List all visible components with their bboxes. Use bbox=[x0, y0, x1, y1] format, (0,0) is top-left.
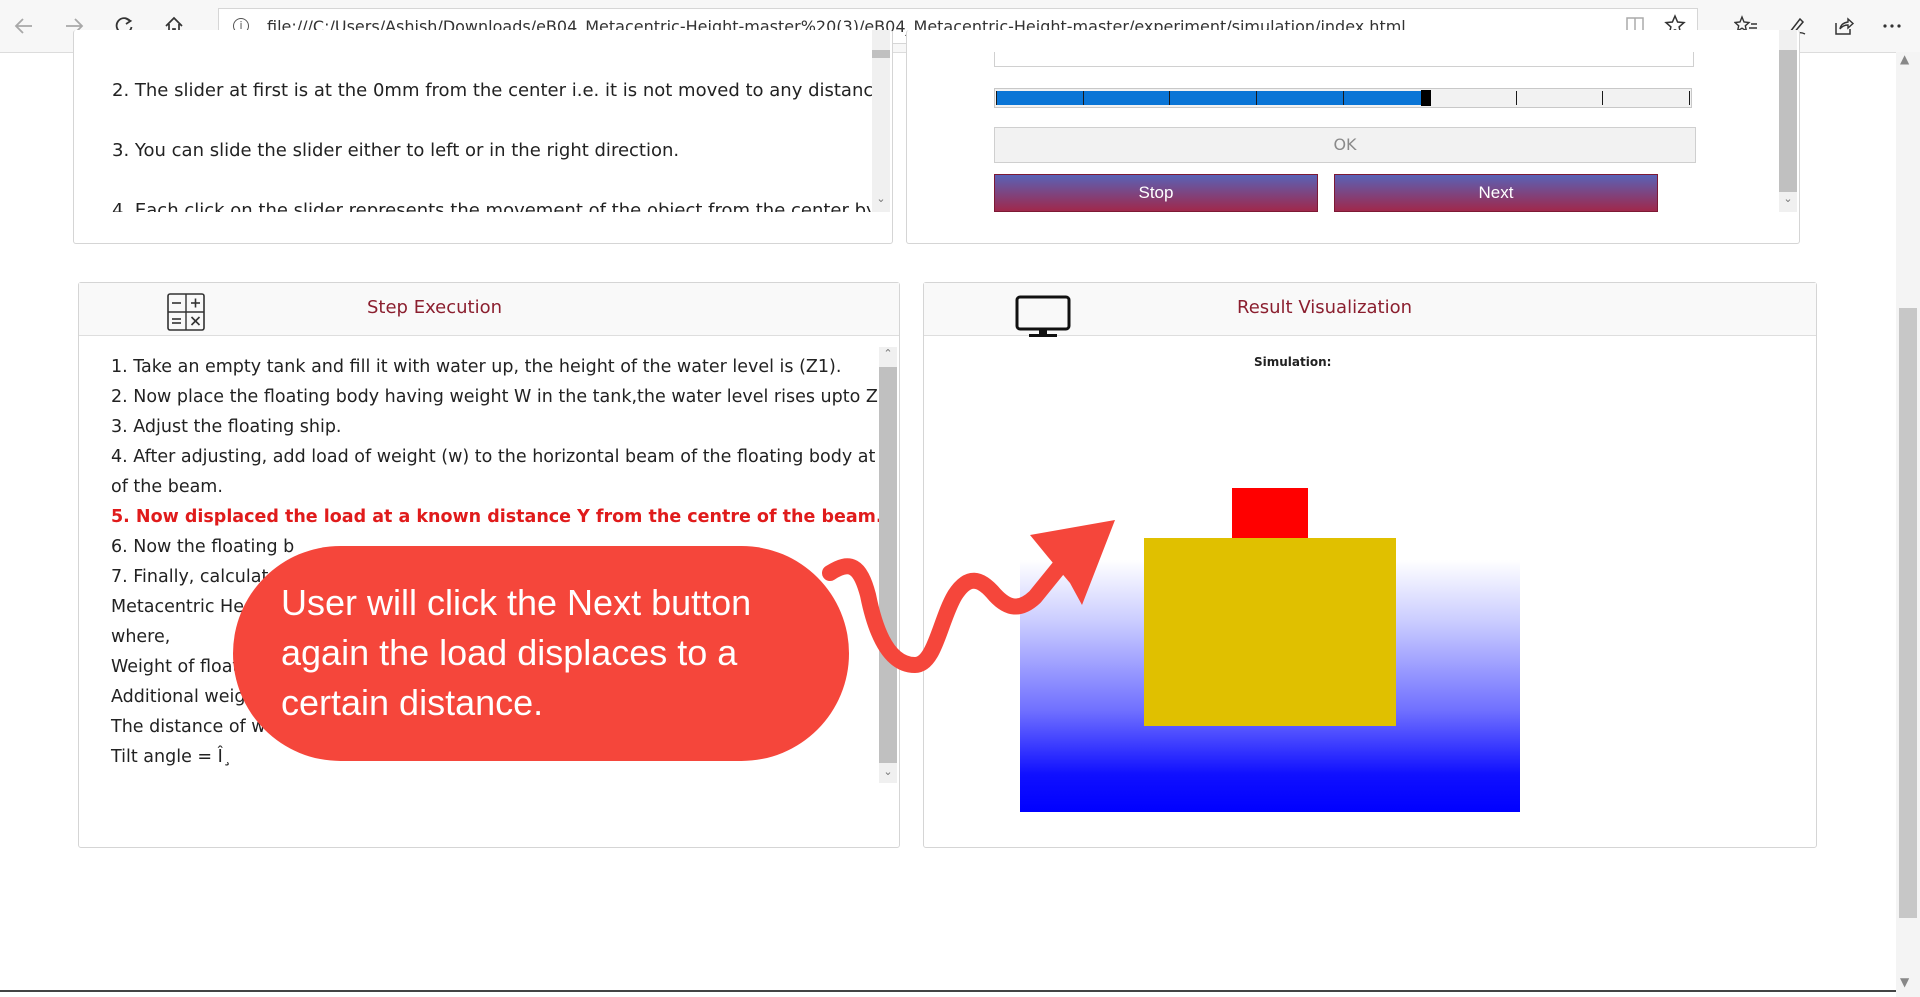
step-line: 2. Now place the floating body having we… bbox=[111, 387, 879, 407]
instructions-viewport: 2. The slider at first is at the 0mm fro… bbox=[74, 30, 874, 212]
slider-tick bbox=[1082, 91, 1084, 105]
controls-scrollbar-thumb[interactable] bbox=[1779, 50, 1797, 192]
slider-tick bbox=[996, 91, 997, 105]
page-bottom-border bbox=[0, 990, 1896, 992]
panel-title: Result Visualization bbox=[1237, 297, 1413, 318]
scroll-down-icon[interactable]: ⌄ bbox=[879, 765, 897, 778]
callout-text: User will click the Next button again th… bbox=[281, 582, 752, 723]
distance-slider[interactable] bbox=[994, 88, 1692, 108]
step-line: of the beam. bbox=[111, 477, 223, 497]
next-button[interactable]: Next bbox=[1334, 174, 1658, 212]
slider-tick bbox=[1602, 91, 1604, 105]
distance-input[interactable] bbox=[994, 52, 1694, 67]
slider-fill bbox=[996, 91, 1427, 105]
slider-tick bbox=[1515, 91, 1517, 105]
ok-button[interactable]: OK bbox=[994, 127, 1696, 163]
monitor-icon bbox=[1015, 295, 1071, 343]
step-line: 1. Take an empty tank and fill it with w… bbox=[111, 357, 842, 377]
instruction-line: 2. The slider at first is at the 0mm fro… bbox=[112, 80, 874, 101]
slider-tick bbox=[1342, 91, 1344, 105]
more-icon[interactable] bbox=[1876, 10, 1908, 42]
slider-tick bbox=[1169, 91, 1171, 105]
simulation-label: Simulation: bbox=[1254, 355, 1332, 369]
share-icon[interactable] bbox=[1828, 10, 1860, 42]
page-scroll-down-icon[interactable]: ▼ bbox=[1900, 975, 1909, 989]
tutorial-callout: User will click the Next button again th… bbox=[233, 546, 849, 761]
step-line: Weight of floati bbox=[111, 657, 245, 677]
scroll-up-icon[interactable]: ⌃ bbox=[879, 347, 897, 360]
load-weight bbox=[1232, 488, 1308, 538]
floating-body bbox=[1144, 538, 1396, 726]
result-visualization-header: Result Visualization bbox=[924, 283, 1816, 337]
instruction-line: 3. You can slide the slider either to le… bbox=[112, 140, 680, 161]
step-line-active: 5. Now displaced the load at a known dis… bbox=[111, 507, 879, 527]
panel-title: Step Execution bbox=[367, 297, 503, 318]
step-execution-header: Step Execution bbox=[79, 283, 899, 336]
back-arrow-icon[interactable] bbox=[8, 10, 40, 42]
stop-button[interactable]: Stop bbox=[994, 174, 1318, 212]
slider-tick bbox=[1255, 91, 1257, 105]
step-line: 3. Adjust the floating ship. bbox=[111, 417, 342, 437]
step-line: Metacentric He bbox=[111, 597, 244, 617]
slider-tick bbox=[1689, 91, 1690, 105]
step-line: Tilt angle = Î¸ bbox=[111, 747, 232, 767]
step-line: 6. Now the floating b bbox=[111, 537, 295, 557]
callout-arrow-icon bbox=[822, 520, 1115, 673]
scroll-down-icon[interactable]: ⌄ bbox=[1779, 192, 1797, 205]
scroll-down-icon[interactable]: ⌄ bbox=[872, 192, 890, 205]
instructions-scrollbar-thumb[interactable] bbox=[872, 50, 890, 58]
step-line: 4. After adjusting, add load of weight (… bbox=[111, 447, 879, 467]
page-scrollbar-thumb[interactable] bbox=[1899, 308, 1917, 918]
instructions-panel: 2. The slider at first is at the 0mm fro… bbox=[73, 30, 893, 244]
slider-thumb[interactable] bbox=[1421, 90, 1432, 106]
step-line: 7. Finally, calculat bbox=[111, 567, 269, 587]
step-line: where, bbox=[111, 627, 171, 647]
step-line: Additional weigh bbox=[111, 687, 257, 707]
instruction-line: 4. Each click on the slider represents t… bbox=[112, 200, 874, 212]
page-scroll-up-icon[interactable]: ▲ bbox=[1900, 52, 1909, 66]
calculator-icon bbox=[167, 293, 205, 335]
